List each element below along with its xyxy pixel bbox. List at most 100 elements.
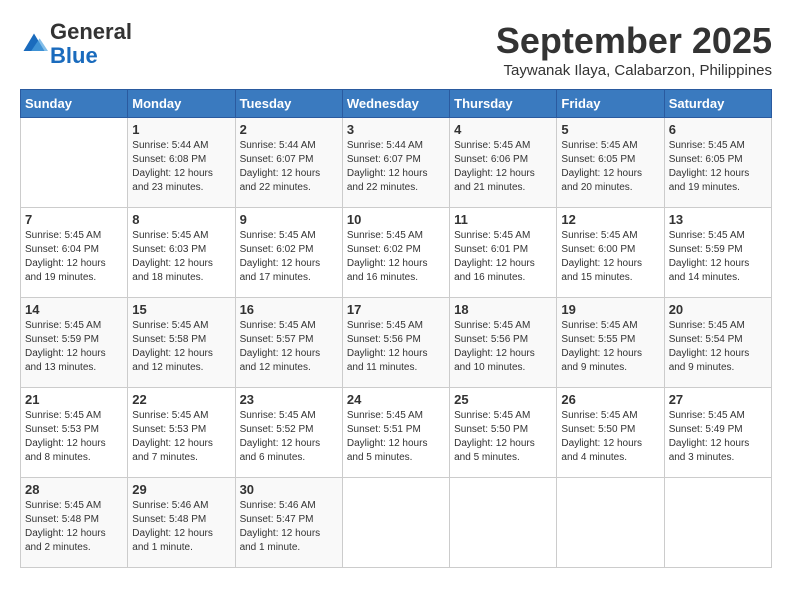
calendar-week-row: 28Sunrise: 5:45 AM Sunset: 5:48 PM Dayli… — [21, 478, 772, 568]
calendar-cell — [450, 478, 557, 568]
day-info: Sunrise: 5:45 AM Sunset: 6:03 PM Dayligh… — [132, 229, 230, 285]
day-info: Sunrise: 5:46 AM Sunset: 5:48 PM Dayligh… — [132, 499, 230, 555]
calendar-cell: 3 Sunrise: 5:44 AM Sunset: 6:07 PM Daylig… — [342, 118, 449, 208]
day-number: 24 — [347, 392, 445, 407]
calendar-header-cell: Friday — [557, 90, 664, 118]
day-number: 20 — [669, 302, 767, 317]
day-number: 14 — [25, 302, 123, 317]
calendar-header-cell: Saturday — [664, 90, 771, 118]
day-number: 27 — [669, 392, 767, 407]
day-info: Sunrise: 5:45 AM Sunset: 5:48 PM Dayligh… — [25, 499, 123, 555]
calendar-header-cell: Tuesday — [235, 90, 342, 118]
day-number: 30 — [240, 482, 338, 497]
calendar-week-row: 21 Sunrise: 5:45 AM Sunset: 5:53 PM Dayli… — [21, 388, 772, 478]
day-info: Sunrise: 5:45 AM Sunset: 5:50 PM Dayligh… — [454, 409, 552, 465]
day-number: 9 — [240, 212, 338, 227]
calendar-cell: 17Sunrise: 5:45 AM Sunset: 5:56 PM Dayli… — [342, 298, 449, 388]
calendar-cell: 6Sunrise: 5:45 AM Sunset: 6:05 PM Daylig… — [664, 118, 771, 208]
day-number: 23 — [240, 392, 338, 407]
calendar-cell: 2 Sunrise: 5:44 AM Sunset: 6:07 PM Daylig… — [235, 118, 342, 208]
calendar-cell: 26 Sunrise: 5:45 AM Sunset: 5:50 PM Dayli… — [557, 388, 664, 478]
calendar-cell: 20Sunrise: 5:45 AM Sunset: 5:54 PM Dayli… — [664, 298, 771, 388]
calendar-cell: 9 Sunrise: 5:45 AM Sunset: 6:02 PM Daylig… — [235, 208, 342, 298]
day-number: 26 — [561, 392, 659, 407]
day-info: Sunrise: 5:44 AM Sunset: 6:08 PM Dayligh… — [132, 139, 230, 195]
calendar-cell: 16Sunrise: 5:45 AM Sunset: 5:57 PM Dayli… — [235, 298, 342, 388]
month-title: September 2025 — [496, 20, 772, 62]
calendar-cell — [21, 118, 128, 208]
day-number: 10 — [347, 212, 445, 227]
day-info: Sunrise: 5:45 AM Sunset: 6:06 PM Dayligh… — [454, 139, 552, 195]
calendar-cell: 11 Sunrise: 5:45 AM Sunset: 6:01 PM Dayli… — [450, 208, 557, 298]
calendar-cell — [342, 478, 449, 568]
calendar-table: SundayMondayTuesdayWednesdayThursdayFrid… — [20, 89, 772, 568]
calendar-cell: 7 Sunrise: 5:45 AM Sunset: 6:04 PM Daylig… — [21, 208, 128, 298]
day-number: 3 — [347, 122, 445, 137]
calendar-cell: 14 Sunrise: 5:45 AM Sunset: 5:59 PM Dayli… — [21, 298, 128, 388]
calendar-cell: 18 Sunrise: 5:45 AM Sunset: 5:56 PM Dayli… — [450, 298, 557, 388]
calendar-cell: 8 Sunrise: 5:45 AM Sunset: 6:03 PM Daylig… — [128, 208, 235, 298]
calendar-cell: 21 Sunrise: 5:45 AM Sunset: 5:53 PM Dayli… — [21, 388, 128, 478]
calendar-cell: 10Sunrise: 5:45 AM Sunset: 6:02 PM Dayli… — [342, 208, 449, 298]
calendar-week-row: 1 Sunrise: 5:44 AM Sunset: 6:08 PM Daylig… — [21, 118, 772, 208]
calendar-cell: 1 Sunrise: 5:44 AM Sunset: 6:08 PM Daylig… — [128, 118, 235, 208]
day-number: 2 — [240, 122, 338, 137]
day-info: Sunrise: 5:45 AM Sunset: 5:50 PM Dayligh… — [561, 409, 659, 465]
day-number: 19 — [561, 302, 659, 317]
day-number: 11 — [454, 212, 552, 227]
calendar-cell — [557, 478, 664, 568]
day-number: 8 — [132, 212, 230, 227]
logo-icon — [20, 30, 48, 58]
day-number: 5 — [561, 122, 659, 137]
day-info: Sunrise: 5:45 AM Sunset: 5:53 PM Dayligh… — [132, 409, 230, 465]
day-info: Sunrise: 5:44 AM Sunset: 6:07 PM Dayligh… — [347, 139, 445, 195]
calendar-cell: 29 Sunrise: 5:46 AM Sunset: 5:48 PM Dayli… — [128, 478, 235, 568]
day-number: 15 — [132, 302, 230, 317]
calendar-cell: 27Sunrise: 5:45 AM Sunset: 5:49 PM Dayli… — [664, 388, 771, 478]
calendar-cell: 28Sunrise: 5:45 AM Sunset: 5:48 PM Dayli… — [21, 478, 128, 568]
day-info: Sunrise: 5:45 AM Sunset: 5:58 PM Dayligh… — [132, 319, 230, 375]
day-info: Sunrise: 5:45 AM Sunset: 5:57 PM Dayligh… — [240, 319, 338, 375]
day-info: Sunrise: 5:45 AM Sunset: 6:02 PM Dayligh… — [240, 229, 338, 285]
day-info: Sunrise: 5:46 AM Sunset: 5:47 PM Dayligh… — [240, 499, 338, 555]
day-info: Sunrise: 5:45 AM Sunset: 5:56 PM Dayligh… — [454, 319, 552, 375]
header: General Blue September 2025 Taywanak Ila… — [20, 20, 772, 79]
day-info: Sunrise: 5:45 AM Sunset: 5:52 PM Dayligh… — [240, 409, 338, 465]
day-number: 7 — [25, 212, 123, 227]
day-number: 22 — [132, 392, 230, 407]
day-info: Sunrise: 5:45 AM Sunset: 6:05 PM Dayligh… — [561, 139, 659, 195]
logo-general-text: General — [50, 19, 132, 44]
calendar-header-cell: Sunday — [21, 90, 128, 118]
calendar-header-cell: Thursday — [450, 90, 557, 118]
day-number: 6 — [669, 122, 767, 137]
calendar-cell: 25 Sunrise: 5:45 AM Sunset: 5:50 PM Dayli… — [450, 388, 557, 478]
calendar-header-cell: Wednesday — [342, 90, 449, 118]
calendar-week-row: 14 Sunrise: 5:45 AM Sunset: 5:59 PM Dayli… — [21, 298, 772, 388]
calendar-cell: 24 Sunrise: 5:45 AM Sunset: 5:51 PM Dayli… — [342, 388, 449, 478]
calendar-body: 1 Sunrise: 5:44 AM Sunset: 6:08 PM Daylig… — [21, 118, 772, 568]
location-title: Taywanak Ilaya, Calabarzon, Philippines — [496, 62, 772, 79]
day-number: 21 — [25, 392, 123, 407]
day-info: Sunrise: 5:45 AM Sunset: 5:53 PM Dayligh… — [25, 409, 123, 465]
day-info: Sunrise: 5:44 AM Sunset: 6:07 PM Dayligh… — [240, 139, 338, 195]
day-info: Sunrise: 5:45 AM Sunset: 5:59 PM Dayligh… — [669, 229, 767, 285]
title-area: September 2025 Taywanak Ilaya, Calabarzo… — [496, 20, 772, 79]
calendar-cell: 23 Sunrise: 5:45 AM Sunset: 5:52 PM Dayli… — [235, 388, 342, 478]
day-info: Sunrise: 5:45 AM Sunset: 6:01 PM Dayligh… — [454, 229, 552, 285]
logo-blue-text: Blue — [50, 43, 98, 68]
day-info: Sunrise: 5:45 AM Sunset: 6:04 PM Dayligh… — [25, 229, 123, 285]
day-number: 1 — [132, 122, 230, 137]
day-info: Sunrise: 5:45 AM Sunset: 5:56 PM Dayligh… — [347, 319, 445, 375]
calendar-cell: 13 Sunrise: 5:45 AM Sunset: 5:59 PM Dayli… — [664, 208, 771, 298]
day-number: 18 — [454, 302, 552, 317]
day-number: 12 — [561, 212, 659, 227]
calendar-week-row: 7 Sunrise: 5:45 AM Sunset: 6:04 PM Daylig… — [21, 208, 772, 298]
day-number: 25 — [454, 392, 552, 407]
day-info: Sunrise: 5:45 AM Sunset: 5:51 PM Dayligh… — [347, 409, 445, 465]
calendar-cell: 30 Sunrise: 5:46 AM Sunset: 5:47 PM Dayli… — [235, 478, 342, 568]
day-number: 4 — [454, 122, 552, 137]
day-info: Sunrise: 5:45 AM Sunset: 5:59 PM Dayligh… — [25, 319, 123, 375]
day-number: 13 — [669, 212, 767, 227]
calendar-cell: 4 Sunrise: 5:45 AM Sunset: 6:06 PM Daylig… — [450, 118, 557, 208]
day-number: 29 — [132, 482, 230, 497]
